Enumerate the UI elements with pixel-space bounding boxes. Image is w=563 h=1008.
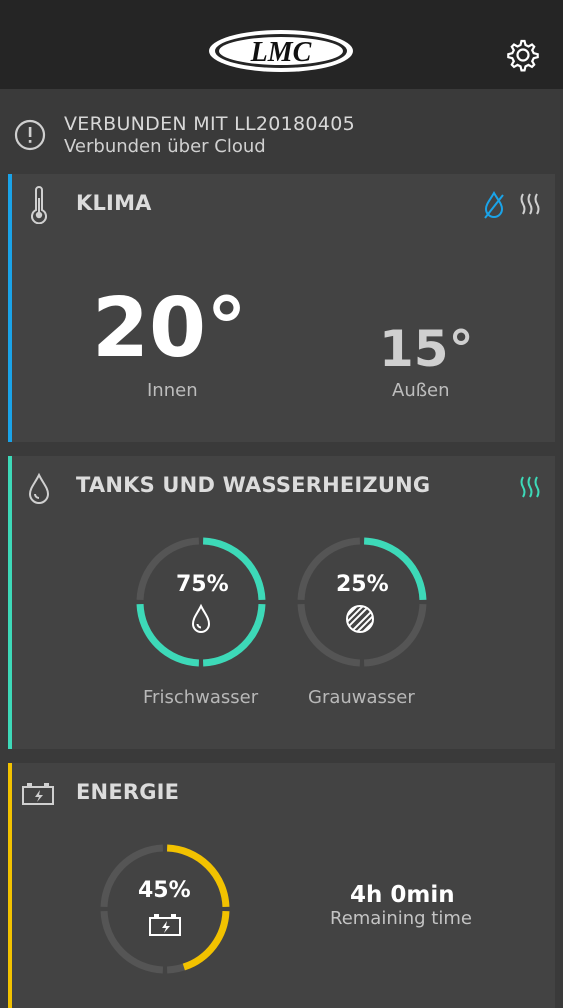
outside-label: Außen — [392, 380, 450, 401]
klima-card[interactable]: KLIMA — [8, 174, 555, 442]
lmc-logo: LMC — [209, 30, 353, 72]
water-heating-icon[interactable] — [518, 475, 544, 501]
grey-water-icon — [346, 605, 374, 633]
fresh-water-percent: 75% — [176, 572, 229, 597]
water-drop-icon — [28, 472, 50, 504]
water-drop-off-icon[interactable] — [482, 190, 506, 220]
tanks-title: TANKS UND WASSERHEIZUNG — [76, 473, 431, 497]
remaining-time-value: 4h 0min — [350, 882, 455, 908]
battery-gauge[interactable] — [97, 841, 233, 977]
inside-temperature: 20° — [92, 281, 248, 376]
outside-temperature: 15° — [379, 320, 474, 378]
remaining-time-label: Remaining time — [330, 908, 472, 929]
fresh-water-label: Frischwasser — [143, 687, 259, 708]
klima-title: KLIMA — [76, 191, 152, 215]
battery-icon — [149, 914, 181, 936]
water-drop-icon — [191, 603, 211, 633]
grey-water-label: Grauwasser — [308, 687, 415, 708]
heating-icon[interactable] — [518, 192, 544, 218]
battery-icon — [22, 783, 54, 805]
energie-card[interactable]: ENERGIE — [8, 763, 555, 1008]
battery-percent: 45% — [138, 878, 191, 903]
tanks-card[interactable]: TANKS UND WASSERHEIZUNG — [8, 456, 555, 749]
alert-icon — [14, 119, 46, 151]
energie-title: ENERGIE — [76, 780, 180, 804]
fresh-water-gauge[interactable] — [133, 534, 269, 670]
top-bar: LMC — [0, 0, 563, 89]
connection-subtitle: Verbunden über Cloud — [64, 136, 266, 157]
inside-label: Innen — [147, 380, 198, 401]
gear-icon[interactable] — [505, 37, 541, 73]
svg-text:LMC: LMC — [250, 37, 312, 68]
connection-title: VERBUNDEN MIT LL20180405 — [64, 113, 355, 135]
grey-water-gauge[interactable] — [294, 534, 430, 670]
gauge-fill-segment — [182, 910, 230, 971]
thermometer-icon — [31, 186, 47, 224]
grey-water-percent: 25% — [336, 572, 389, 597]
